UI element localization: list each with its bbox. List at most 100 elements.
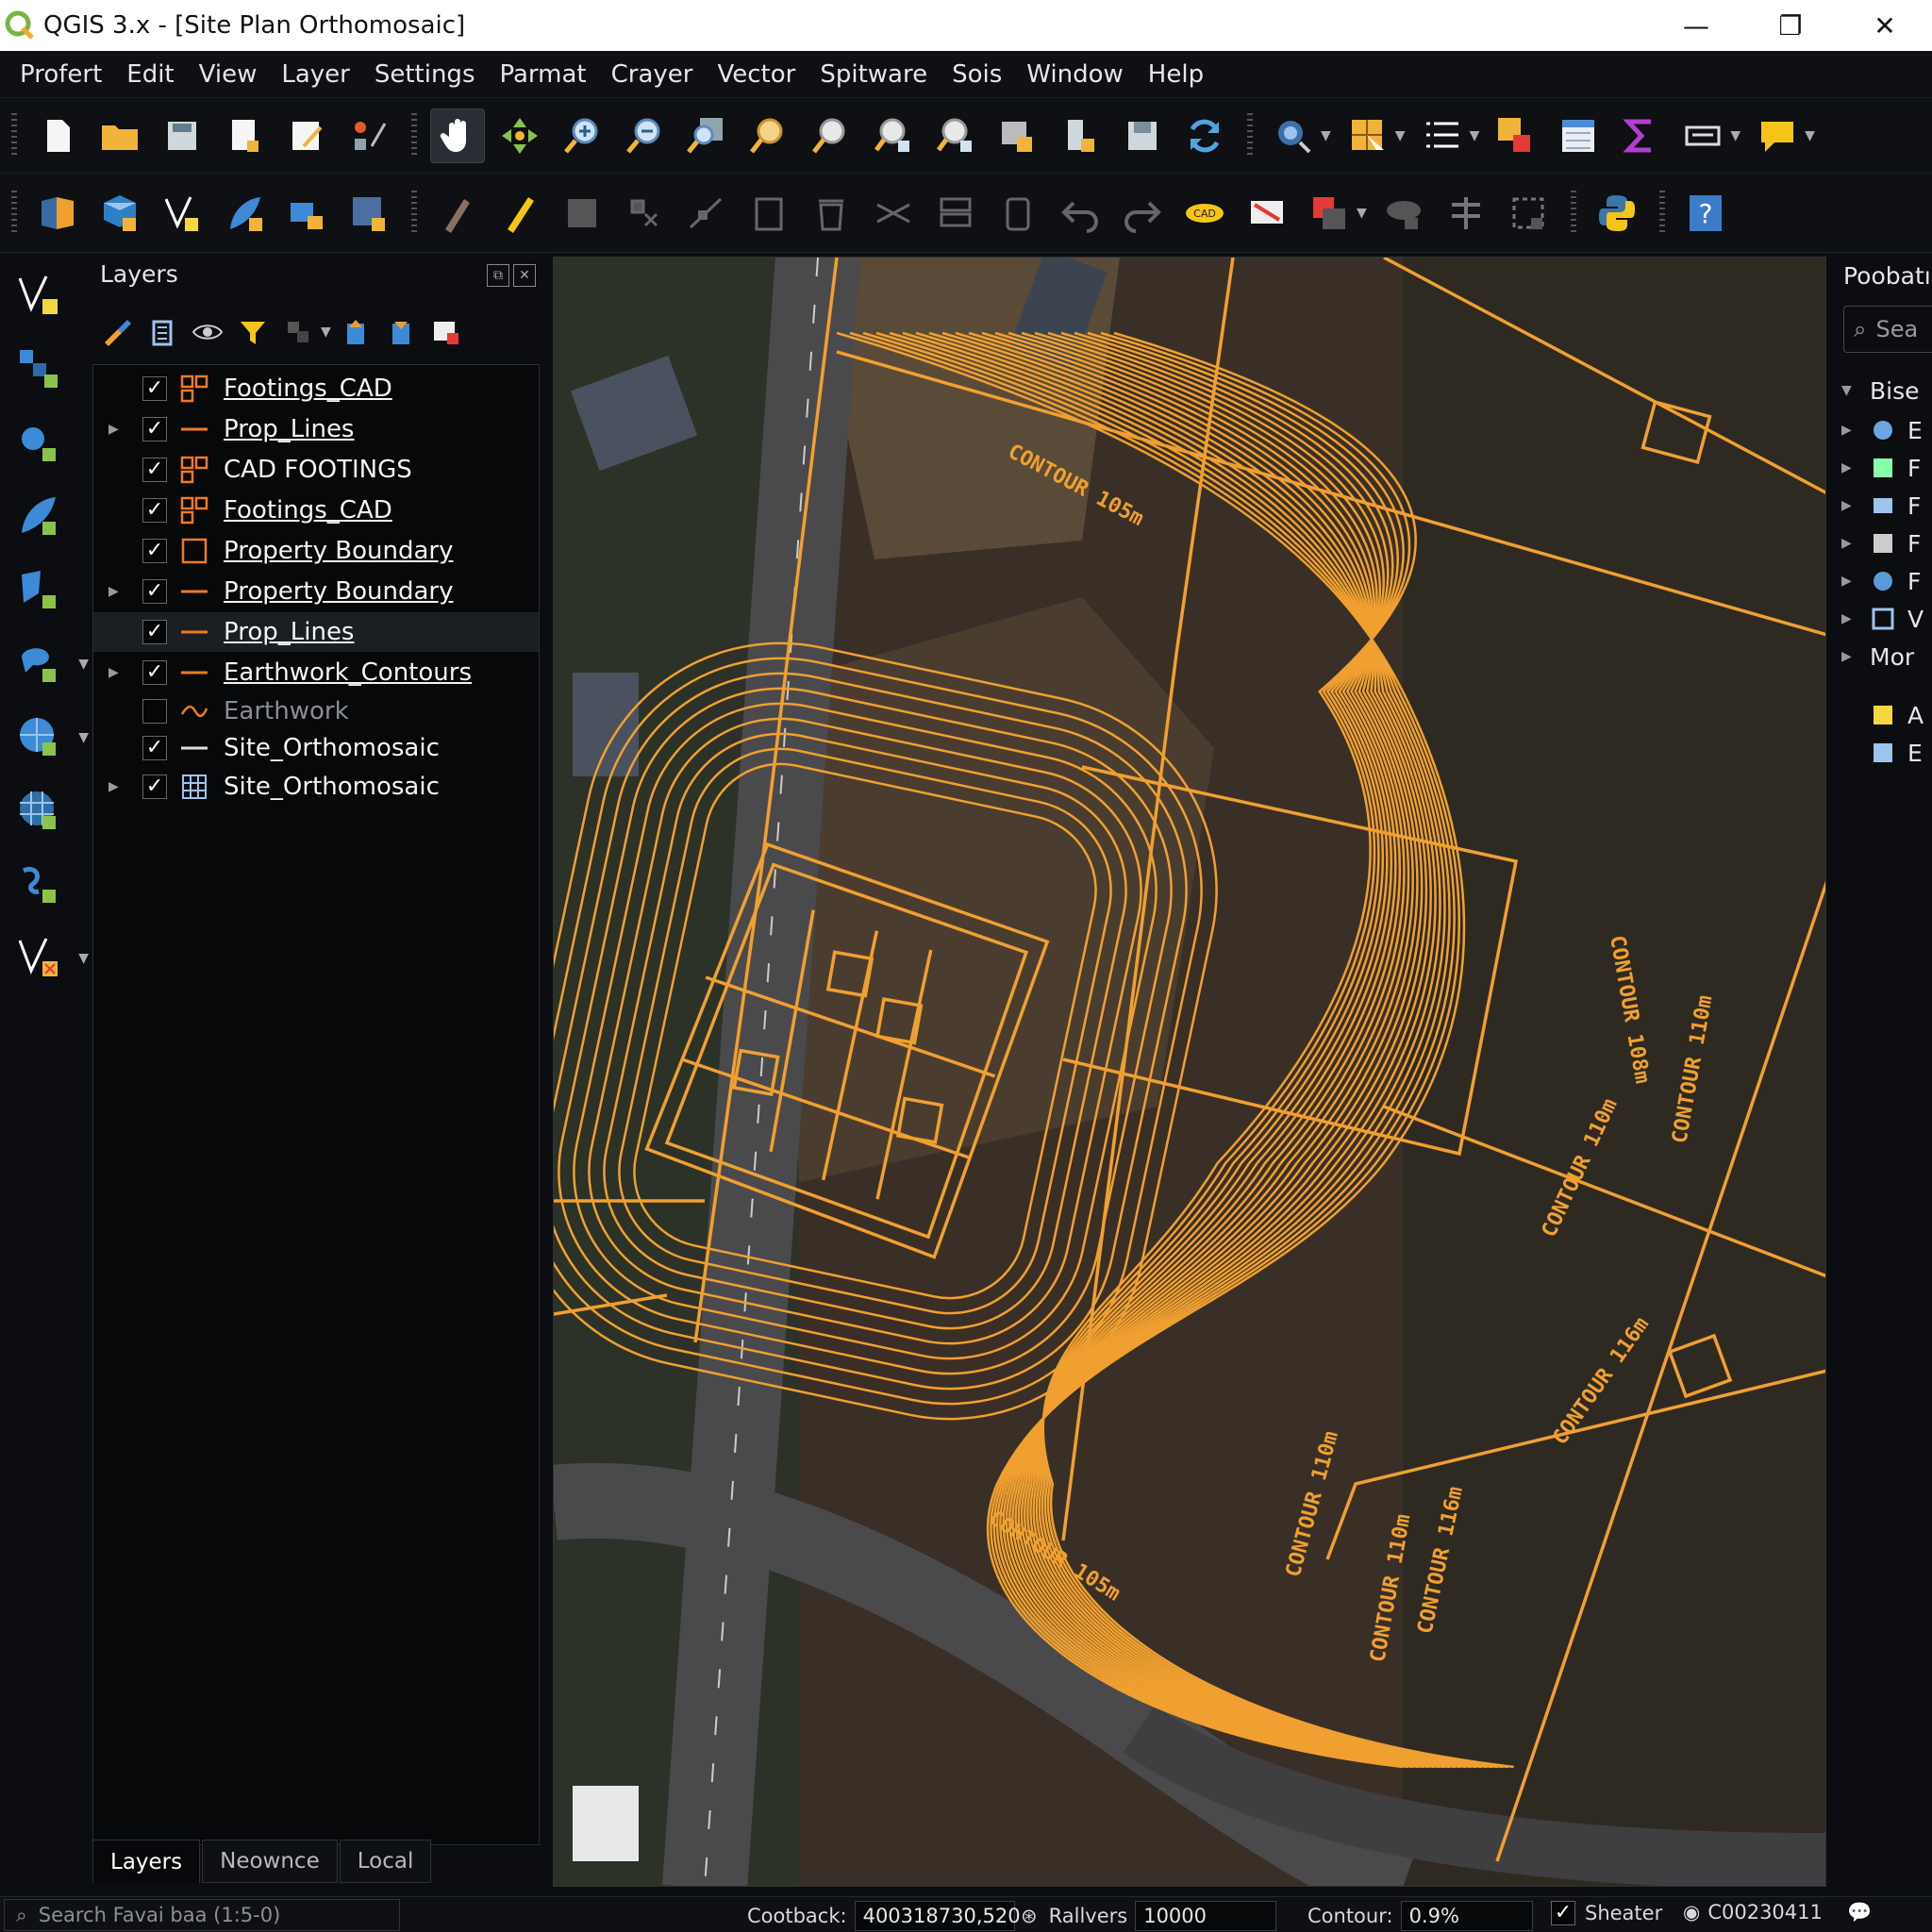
dropdown-arrow-icon[interactable]: ▼ <box>321 325 331 340</box>
save-as-button[interactable] <box>217 108 272 163</box>
new-geopackage-button[interactable] <box>92 186 147 241</box>
print-layout-button[interactable] <box>279 108 334 163</box>
menu-sois[interactable]: Sois <box>940 60 1014 89</box>
undo-button[interactable] <box>1053 186 1108 241</box>
menu-spitware[interactable]: Spitware <box>808 60 940 89</box>
filter-legend-button[interactable] <box>234 313 272 351</box>
expand-arrow-icon[interactable]: ▶ <box>1841 498 1870 513</box>
redo-button[interactable] <box>1115 186 1170 241</box>
browser-item[interactable]: ▶ F <box>1841 487 1921 525</box>
map-render[interactable]: CONTOUR 105m CONTOUR 105m CONTOUR 108m C… <box>554 258 1826 1887</box>
layer-row[interactable]: ✓ Footings_CAD <box>93 491 539 530</box>
contour-field[interactable]: 0.9% <box>1400 1901 1533 1931</box>
add-mesh-layer-button[interactable] <box>6 409 72 475</box>
expand-arrow-icon[interactable]: ▶ <box>1841 611 1870 626</box>
restore-button[interactable]: ❐ <box>1743 0 1838 51</box>
add-virtual-layer-button[interactable] <box>6 851 72 917</box>
expand-all-button[interactable] <box>337 313 375 351</box>
add-vector-button[interactable] <box>155 186 209 241</box>
messages-button[interactable]: 💬 <box>1847 1901 1872 1924</box>
remove-layer-button[interactable] <box>427 313 465 351</box>
zoom-in-button[interactable] <box>555 108 609 163</box>
menu-format[interactable]: Parmat <box>487 60 598 89</box>
layer-visibility-checkbox[interactable]: ✓ <box>142 539 167 563</box>
toolbar-grip[interactable] <box>1247 112 1253 158</box>
save-edits-button[interactable] <box>555 186 609 241</box>
toolbar-grip[interactable] <box>1570 190 1576 236</box>
float-panel-button[interactable]: ⧉ <box>487 264 509 287</box>
deselect-button[interactable] <box>1489 108 1543 163</box>
zoom-out-button[interactable] <box>617 108 672 163</box>
manage-visibility-button[interactable] <box>189 313 226 351</box>
expand-arrow-icon[interactable]: ▶ <box>108 665 119 680</box>
bookmark-button[interactable] <box>1115 108 1170 163</box>
save-project-button[interactable] <box>155 108 209 163</box>
identify-button[interactable] <box>1266 108 1321 163</box>
refresh-button[interactable] <box>1177 108 1232 163</box>
expand-arrow-icon[interactable]: ▶ <box>108 422 119 437</box>
browser-item[interactable]: ▶ Mor <box>1841 638 1914 675</box>
attribute-table-button[interactable] <box>1415 108 1470 163</box>
layer-row[interactable]: ✓ Property Boundary <box>93 531 539 571</box>
cad-tools-button[interactable]: CAD <box>1177 186 1232 241</box>
current-edits-button[interactable] <box>430 186 485 241</box>
add-wms-layer-button[interactable]: ▼ <box>6 704 89 770</box>
add-raster-button[interactable] <box>217 186 272 241</box>
pan-to-selection-button[interactable] <box>492 108 547 163</box>
close-panel-button[interactable]: ✕ <box>513 264 536 287</box>
render-toggle[interactable]: ✓ Sheater <box>1551 1901 1662 1925</box>
coordinate-field[interactable]: 400318730,520 <box>854 1901 1021 1931</box>
dropdown-arrow-icon[interactable]: ▼ <box>1730 128 1740 143</box>
toolbar-grip[interactable] <box>11 190 17 236</box>
close-button[interactable]: ✕ <box>1838 0 1932 51</box>
expand-arrow-icon[interactable]: ▶ <box>108 779 119 794</box>
zoom-full-button[interactable] <box>679 108 734 163</box>
add-spatialite-button[interactable] <box>6 557 72 623</box>
scale-field[interactable]: 10000 <box>1135 1901 1277 1931</box>
expand-arrow-icon[interactable]: ▶ <box>1841 574 1870 589</box>
collapse-all-button[interactable] <box>382 313 420 351</box>
zoom-to-layer-button[interactable] <box>804 108 858 163</box>
layer-visibility-checkbox[interactable]: ✓ <box>142 376 167 401</box>
minimize-button[interactable]: — <box>1649 0 1743 51</box>
tab-local[interactable]: Local <box>339 1840 432 1883</box>
paste-features-button[interactable] <box>991 186 1045 241</box>
browser-item[interactable]: ▶ F <box>1841 525 1921 562</box>
select-features-button[interactable] <box>1341 108 1395 163</box>
pin-labels-button[interactable] <box>1439 186 1493 241</box>
diagram-tool-button[interactable] <box>1376 186 1431 241</box>
menu-crayer[interactable]: Crayer <box>599 60 706 89</box>
add-mesh-button[interactable] <box>279 186 334 241</box>
open-project-button[interactable] <box>92 108 147 163</box>
expand-arrow-icon[interactable]: ▶ <box>1841 460 1870 475</box>
temporal-controller-button[interactable] <box>1053 108 1108 163</box>
style-layer-button[interactable] <box>98 313 136 351</box>
tab-neownce[interactable]: Neownce <box>202 1840 338 1883</box>
layer-row[interactable]: ▶ ✓ Property Boundary <box>93 572 539 611</box>
new-map-view-button[interactable] <box>991 108 1045 163</box>
add-wfs-layer-button[interactable] <box>6 777 72 843</box>
add-wms-button[interactable] <box>341 186 396 241</box>
cut-features-button[interactable] <box>866 186 921 241</box>
statistics-button[interactable] <box>1613 108 1668 163</box>
menu-help[interactable]: Help <box>1136 60 1216 89</box>
menu-window[interactable]: Window <box>1014 60 1136 89</box>
layer-row[interactable]: ✓ Footings_CAD <box>93 369 539 408</box>
move-label-button[interactable] <box>1501 186 1556 241</box>
locator-search-input[interactable]: ⌕ Search Favai baa (1:5-0) <box>4 1899 400 1931</box>
add-vector-layer-button[interactable] <box>6 262 72 328</box>
layer-row[interactable]: ✓ Site_Orthomosaic <box>93 728 539 768</box>
layer-visibility-checkbox[interactable]: ✓ <box>142 458 167 482</box>
dropdown-arrow-icon[interactable]: ▼ <box>1470 128 1480 143</box>
menu-vector[interactable]: Vector <box>705 60 808 89</box>
add-raster-layer-button[interactable] <box>6 336 72 402</box>
layer-visibility-checkbox[interactable] <box>142 699 167 724</box>
menu-layer[interactable]: Layer <box>269 60 362 89</box>
menu-settings[interactable]: Settings <box>362 60 488 89</box>
layer-visibility-checkbox[interactable]: ✓ <box>142 736 167 760</box>
dropdown-arrow-icon[interactable]: ▼ <box>1357 206 1367 221</box>
expand-arrow-icon[interactable]: ▶ <box>108 584 119 599</box>
snapping-button[interactable] <box>1240 186 1294 241</box>
style-manager-button[interactable] <box>341 108 396 163</box>
crs-display[interactable]: ◉ C00230411 <box>1683 1901 1823 1924</box>
